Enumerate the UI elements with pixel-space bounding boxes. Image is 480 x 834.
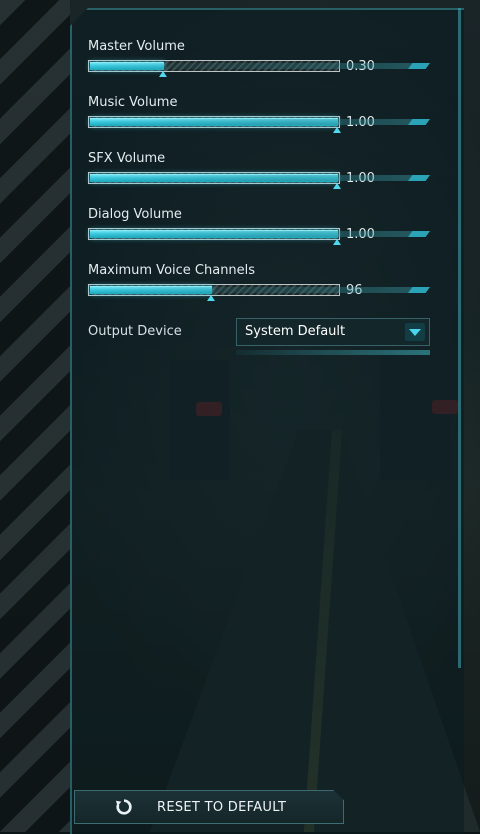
slider-thumb[interactable] [207,295,215,301]
setting-label: Music Volume [88,95,178,110]
setting-master-volume: Master Volume 0.30 [88,38,448,78]
setting-label: Dialog Volume [88,207,182,222]
reset-button-label: RESET TO DEFAULT [157,800,287,815]
row-underline [88,119,428,125]
setting-label: Maximum Voice Channels [88,263,256,278]
setting-max-voice-channels: Maximum Voice Channels 96 [88,262,448,302]
setting-sfx-volume: SFX Volume 1.00 [88,150,448,190]
slider-thumb[interactable] [159,71,167,77]
slider-thumb[interactable] [333,239,341,245]
row-underline [88,287,428,293]
setting-output-device: Output Device System Default [88,318,438,358]
reset-icon [115,799,132,815]
panel-edge [458,8,461,668]
chevron-down-icon[interactable] [405,323,425,341]
setting-label: Master Volume [88,39,185,54]
slider-thumb[interactable] [333,127,341,133]
row-underline [88,63,428,69]
dropdown-selected-value: System Default [245,324,346,339]
dropdown-underline [236,350,430,355]
row-underline [88,231,428,237]
row-underline [88,175,428,181]
output-device-label: Output Device [88,324,182,339]
reset-to-default-button[interactable]: RESET TO DEFAULT [74,790,344,824]
setting-music-volume: Music Volume 1.00 [88,94,448,134]
hazard-stripes [0,0,70,832]
output-device-dropdown[interactable]: System Default [236,318,430,346]
setting-dialog-volume: Dialog Volume 1.00 [88,206,448,246]
setting-label: SFX Volume [88,151,166,166]
slider-thumb[interactable] [333,183,341,189]
